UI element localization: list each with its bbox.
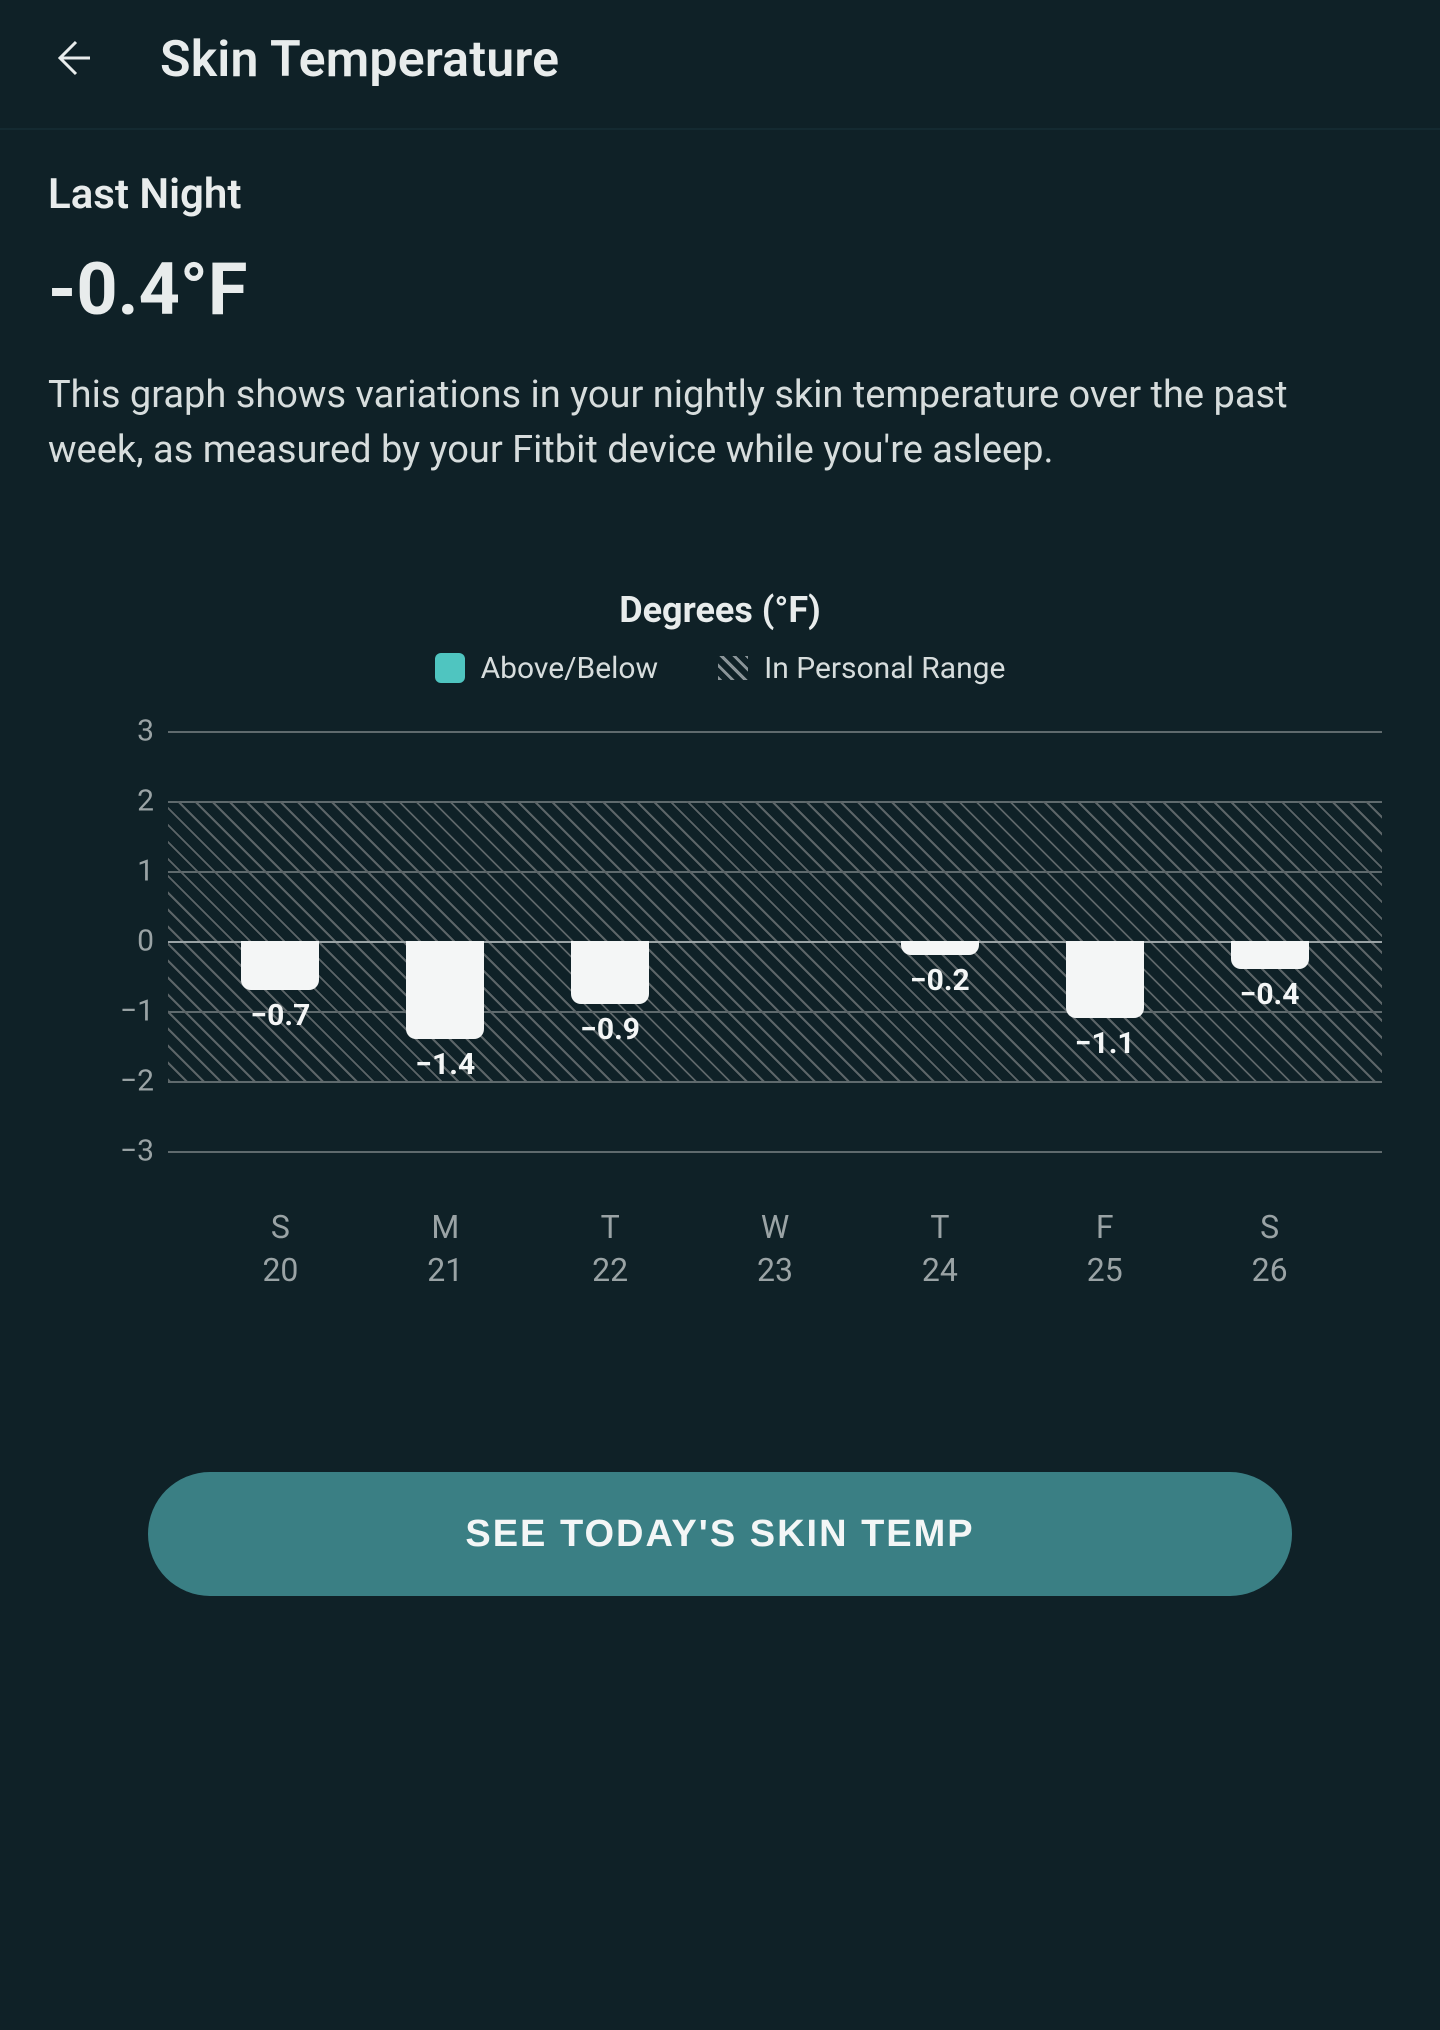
chart-x-tick: T24 (857, 1206, 1022, 1292)
chart-bar (406, 941, 484, 1039)
skin-temp-chart: Degrees (°F) Above/Below In Personal Ran… (48, 589, 1392, 1292)
chart-x-tick: M21 (363, 1206, 528, 1292)
chart-x-tick-date: 24 (857, 1249, 1022, 1292)
chart-y-tick: −1 (98, 993, 154, 1028)
back-button[interactable] (40, 28, 104, 92)
chart-y-tick: −2 (98, 1063, 154, 1098)
legend-in-range-label: In Personal Range (764, 651, 1005, 686)
chart-bar (571, 941, 649, 1004)
legend-in-range: In Personal Range (718, 651, 1005, 686)
legend-swatch-hatch-icon (718, 656, 748, 680)
chart-bar-label: −0.7 (251, 998, 311, 1033)
chart-x-tick: W23 (693, 1206, 858, 1292)
chart-y-tick: −3 (98, 1133, 154, 1168)
chart-bars: −0.7 −1.4 −0.9 −0.2 −1.1 −0.4 (168, 731, 1382, 1150)
see-todays-skin-temp-button[interactable]: SEE TODAY'S SKIN TEMP (148, 1472, 1292, 1596)
chart-bar (1231, 941, 1309, 969)
chart-x-tick: S20 (198, 1206, 363, 1292)
chart-bar-column: −0.7 (198, 731, 363, 1150)
chart-bar-column: −0.2 (857, 731, 1022, 1150)
chart-title: Degrees (°F) (48, 589, 1392, 631)
chart-x-tick-date: 26 (1187, 1249, 1352, 1292)
chart-x-tick-day: S (1187, 1206, 1352, 1249)
chart-bar-label: −1.4 (415, 1047, 475, 1082)
chart-x-axis: S20M21T22W23T24F25S26 (168, 1150, 1382, 1292)
chart-x-tick: S26 (1187, 1206, 1352, 1292)
chart-bar (241, 941, 319, 990)
chart-x-tick-date: 22 (528, 1249, 693, 1292)
chart-plot-area: 3210−1−2−3−0.7−1.4−0.9−0.2−1.1−0.4 (168, 730, 1382, 1150)
chart-bar-label: −0.4 (1240, 977, 1300, 1012)
chart-y-tick: 0 (98, 923, 154, 958)
chart-x-tick-date: 25 (1022, 1249, 1187, 1292)
chart-bar (1066, 941, 1144, 1018)
chart-bar-column (693, 731, 858, 1150)
chart-x-tick-day: W (693, 1206, 858, 1249)
legend-above-below-label: Above/Below (481, 651, 658, 686)
chart-bar-column: −0.4 (1187, 731, 1352, 1150)
chart-y-tick: 1 (98, 853, 154, 888)
chart-bar (901, 941, 979, 955)
page-title: Skin Temperature (160, 31, 559, 89)
chart-y-tick: 2 (98, 783, 154, 818)
chart-x-tick-day: T (857, 1206, 1022, 1249)
chart-bar-column: −1.4 (363, 731, 528, 1150)
chart-bar-label: −0.2 (910, 963, 970, 998)
chart-x-tick-day: M (363, 1206, 528, 1249)
legend-swatch-solid-icon (435, 653, 465, 683)
chart-bar-column: −0.9 (528, 731, 693, 1150)
chart-bar-label: −0.9 (580, 1012, 640, 1047)
chart-x-tick-date: 20 (198, 1249, 363, 1292)
chart-description: This graph shows variations in your nigh… (48, 368, 1308, 479)
chart-y-tick: 3 (98, 713, 154, 748)
chart-x-tick: F25 (1022, 1206, 1187, 1292)
chart-bar-column: −1.1 (1022, 731, 1187, 1150)
last-night-value: -0.4°F (48, 247, 1392, 332)
chart-x-tick: T22 (528, 1206, 693, 1292)
chart-bar-label: −1.1 (1075, 1026, 1135, 1061)
chart-x-tick-day: S (198, 1206, 363, 1249)
arrow-left-icon (48, 34, 96, 86)
chart-x-tick-date: 21 (363, 1249, 528, 1292)
chart-x-tick-day: T (528, 1206, 693, 1249)
section-label-last-night: Last Night (48, 170, 1392, 219)
chart-x-tick-day: F (1022, 1206, 1187, 1249)
chart-legend: Above/Below In Personal Range (48, 651, 1392, 686)
chart-gridline (168, 1151, 1382, 1153)
legend-above-below: Above/Below (435, 651, 658, 686)
chart-x-tick-date: 23 (693, 1249, 858, 1292)
